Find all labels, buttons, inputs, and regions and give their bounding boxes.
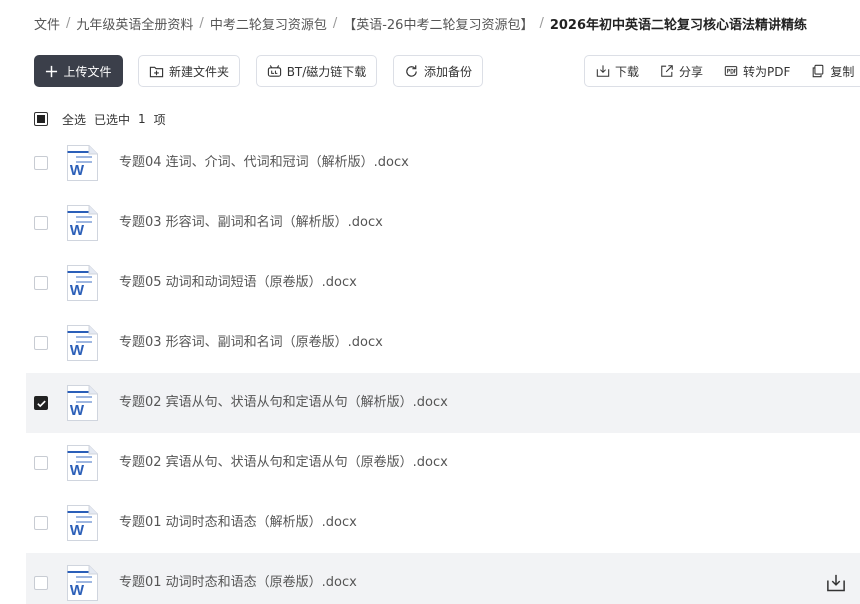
file-action-group: 下载 分享 转为PDF 复制 [584,55,860,87]
bt-download-button[interactable]: BT/磁力链下载 [256,55,377,87]
file-checkbox[interactable] [34,576,48,590]
file-row[interactable]: W 专题04 连词、介词、代词和冠词（解析版）.docx [26,133,860,193]
file-checkbox[interactable] [34,396,48,410]
select-all-label[interactable]: 全选 [62,111,86,128]
file-type-letter: W [70,522,85,539]
word-file-icon: W [66,204,99,242]
file-checkbox[interactable] [34,216,48,230]
bt-download-button-label: BT/磁力链下载 [286,64,367,79]
pdf-icon [724,66,738,76]
file-name[interactable]: 专题04 连词、介词、代词和冠词（解析版）.docx [119,133,409,193]
row-download-icon[interactable] [826,573,846,593]
file-row[interactable]: W 专题01 动词时态和语态（原卷版）.docx [26,553,860,604]
word-file-icon: W [66,264,99,302]
file-type-letter: W [70,582,85,599]
file-row[interactable]: W 专题01 动词时态和语态（解析版）.docx [26,493,860,553]
file-row[interactable]: W 专题03 形容词、副词和名词（解析版）.docx [26,193,860,253]
select-all-checkbox[interactable] [34,112,48,126]
check-icon [36,400,46,407]
toolbar: 上传文件 新建文件夹 BT/磁力链下载 添加备份 下载 分享 转为PDF 复制 [34,55,860,87]
word-file-icon: W [66,504,99,542]
folder-plus-icon [149,66,164,77]
convert-pdf-button[interactable]: 转为PDF [724,63,790,80]
file-checkbox[interactable] [34,156,48,170]
magnet-icon [267,64,281,77]
word-file-icon: W [66,384,99,422]
word-file-icon: W [66,144,99,182]
word-file-icon: W [66,444,99,482]
upload-button-label: 上传文件 [63,64,112,79]
selected-suffix: 项 [153,112,166,127]
breadcrumb-item-english-pack[interactable]: 【英语-26中考二轮复习资源包】 [343,14,533,33]
file-checkbox[interactable] [34,276,48,290]
breadcrumb: 文件 / 九年级英语全册资料 / 中考二轮复习资源包 / 【英语-26中考二轮复… [34,13,807,33]
copy-icon [813,64,824,78]
file-type-letter: W [70,282,85,299]
breadcrumb-current-folder: 2026年初中英语二轮复习核心语法精讲精练 [549,17,808,33]
file-type-letter: W [70,162,85,179]
file-row[interactable]: W 专题02 宾语从句、状语从句和定语从句（原卷版）.docx [26,433,860,493]
file-type-letter: W [70,462,85,479]
breadcrumb-item-grade9[interactable]: 九年级英语全册资料 [76,14,193,33]
copy-button-label: 复制 [830,64,855,79]
file-name[interactable]: 专题03 形容词、副词和名词（解析版）.docx [119,193,383,253]
new-folder-button[interactable]: 新建文件夹 [138,55,240,87]
file-name[interactable]: 专题05 动词和动词短语（原卷版）.docx [119,253,357,313]
breadcrumb-item-files[interactable]: 文件 [34,14,60,33]
new-folder-button-label: 新建文件夹 [168,64,229,79]
selected-prefix: 已选中 [94,112,131,127]
file-name[interactable]: 专题03 形容词、副词和名词（原卷版）.docx [119,313,383,373]
file-name[interactable]: 专题02 宾语从句、状语从句和定语从句（原卷版）.docx [119,433,448,493]
file-checkbox[interactable] [34,456,48,470]
file-name[interactable]: 专题01 动词时态和语态（原卷版）.docx [119,553,357,604]
file-checkbox[interactable] [34,336,48,350]
download-button[interactable]: 下载 [596,63,639,80]
add-backup-button[interactable]: 添加备份 [393,55,483,87]
selection-bar: 全选 已选中 1 项 [34,111,174,127]
upload-button[interactable]: 上传文件 [34,55,123,87]
share-icon [661,65,673,77]
breadcrumb-separator: / [66,15,71,31]
file-type-letter: W [70,342,85,359]
download-icon [596,65,610,77]
selected-count: 1 [138,112,146,126]
file-list: W 专题04 连词、介词、代词和冠词（解析版）.docx W 专题03 形容词、副词和… [26,133,860,604]
word-file-icon: W [66,564,99,602]
file-row[interactable]: W 专题02 宾语从句、状语从句和定语从句（解析版）.docx [26,373,860,433]
file-checkbox[interactable] [34,516,48,530]
refresh-icon [406,64,417,77]
add-backup-button-label: 添加备份 [423,64,472,79]
copy-button[interactable]: 复制 [811,63,854,80]
breadcrumb-separator: / [199,15,204,31]
share-button[interactable]: 分享 [660,63,703,80]
breadcrumb-item-review-pack[interactable]: 中考二轮复习资源包 [210,14,327,33]
word-file-icon: W [66,324,99,362]
file-row[interactable]: W 专题03 形容词、副词和名词（原卷版）.docx [26,313,860,373]
file-type-letter: W [70,222,85,239]
convert-pdf-button-label: 转为PDF [743,64,791,79]
plus-icon [46,65,58,77]
file-name[interactable]: 专题02 宾语从句、状语从句和定语从句（解析版）.docx [119,373,448,433]
download-button-label: 下载 [615,64,640,79]
file-type-letter: W [70,402,85,419]
breadcrumb-separator: / [332,15,338,31]
share-button-label: 分享 [679,64,704,79]
file-name[interactable]: 专题01 动词时态和语态（解析版）.docx [119,493,357,553]
file-row[interactable]: W 专题05 动词和动词短语（原卷版）.docx [26,253,860,313]
breadcrumb-separator: / [539,15,544,31]
